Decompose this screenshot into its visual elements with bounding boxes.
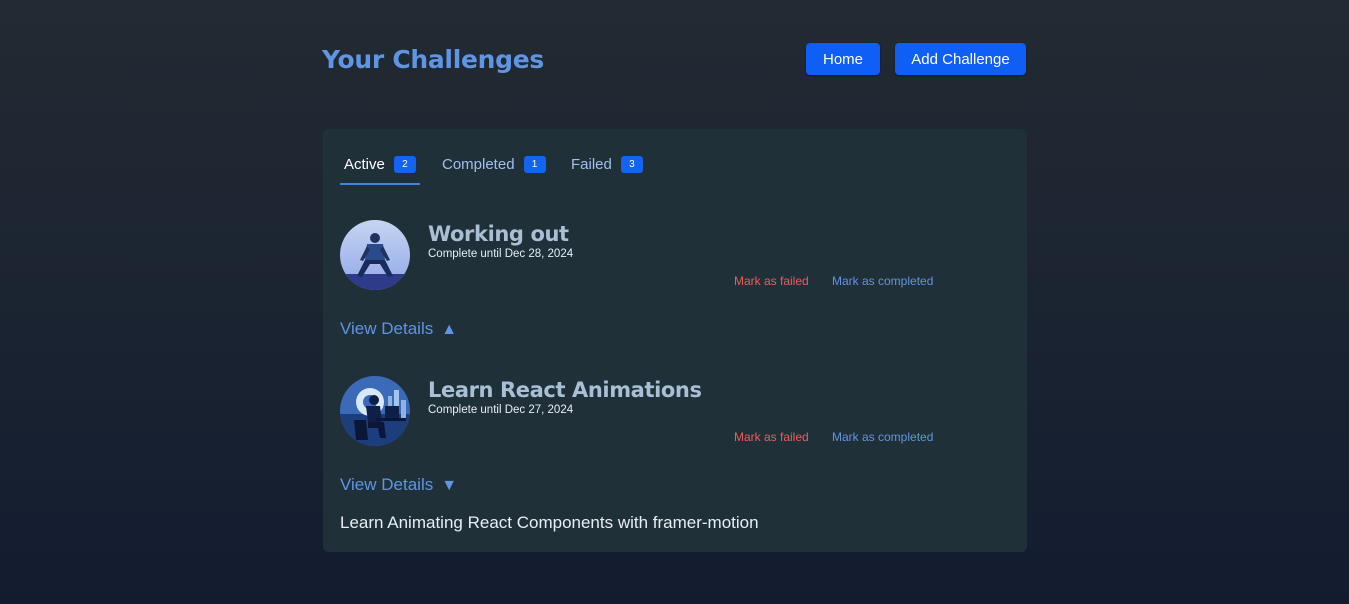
tab-failed[interactable]: Failed 3 xyxy=(571,153,643,185)
challenge-tabs: Active 2 Completed 1 Failed 3 xyxy=(340,153,740,185)
tab-active[interactable]: Active 2 xyxy=(340,153,420,185)
challenge-deadline: Complete until Dec 27, 2024 xyxy=(428,404,574,416)
add-challenge-button[interactable]: Add Challenge xyxy=(895,43,1026,75)
home-button[interactable]: Home xyxy=(806,43,880,75)
mark-completed-button[interactable]: Mark as completed xyxy=(832,274,933,288)
chevron-down-icon: ▼ xyxy=(441,477,458,494)
coding-image xyxy=(340,376,410,446)
tab-completed[interactable]: Completed 1 xyxy=(442,153,546,185)
view-details-label: View Details xyxy=(340,319,434,338)
challenge-description: Learn Animating React Components with fr… xyxy=(340,513,759,532)
view-details-toggle[interactable]: View Details ▲ xyxy=(340,319,457,339)
view-details-label: View Details xyxy=(340,475,434,494)
tab-label: Completed xyxy=(442,156,515,173)
mark-completed-button[interactable]: Mark as completed xyxy=(832,430,933,444)
challenge-deadline: Complete until Dec 28, 2024 xyxy=(428,248,574,260)
count-badge: 3 xyxy=(620,156,643,173)
tab-label: Failed xyxy=(571,156,612,173)
count-badge: 1 xyxy=(523,156,546,173)
challenge-title: Working out xyxy=(428,222,569,246)
challenges-panel: Active 2 Completed 1 Failed 3 Working ou… xyxy=(323,129,1027,552)
count-badge: 2 xyxy=(393,156,416,173)
workout-image xyxy=(340,220,410,290)
mark-failed-button[interactable]: Mark as failed xyxy=(734,274,809,288)
challenge-title: Learn React Animations xyxy=(428,378,702,402)
view-details-toggle[interactable]: View Details ▼ xyxy=(340,475,457,495)
tab-label: Active xyxy=(344,156,385,173)
mark-failed-button[interactable]: Mark as failed xyxy=(734,430,809,444)
page-title: Your Challenges xyxy=(322,45,544,74)
chevron-up-icon: ▲ xyxy=(441,321,458,338)
page-header: Your Challenges Home Add Challenge xyxy=(322,43,1027,77)
